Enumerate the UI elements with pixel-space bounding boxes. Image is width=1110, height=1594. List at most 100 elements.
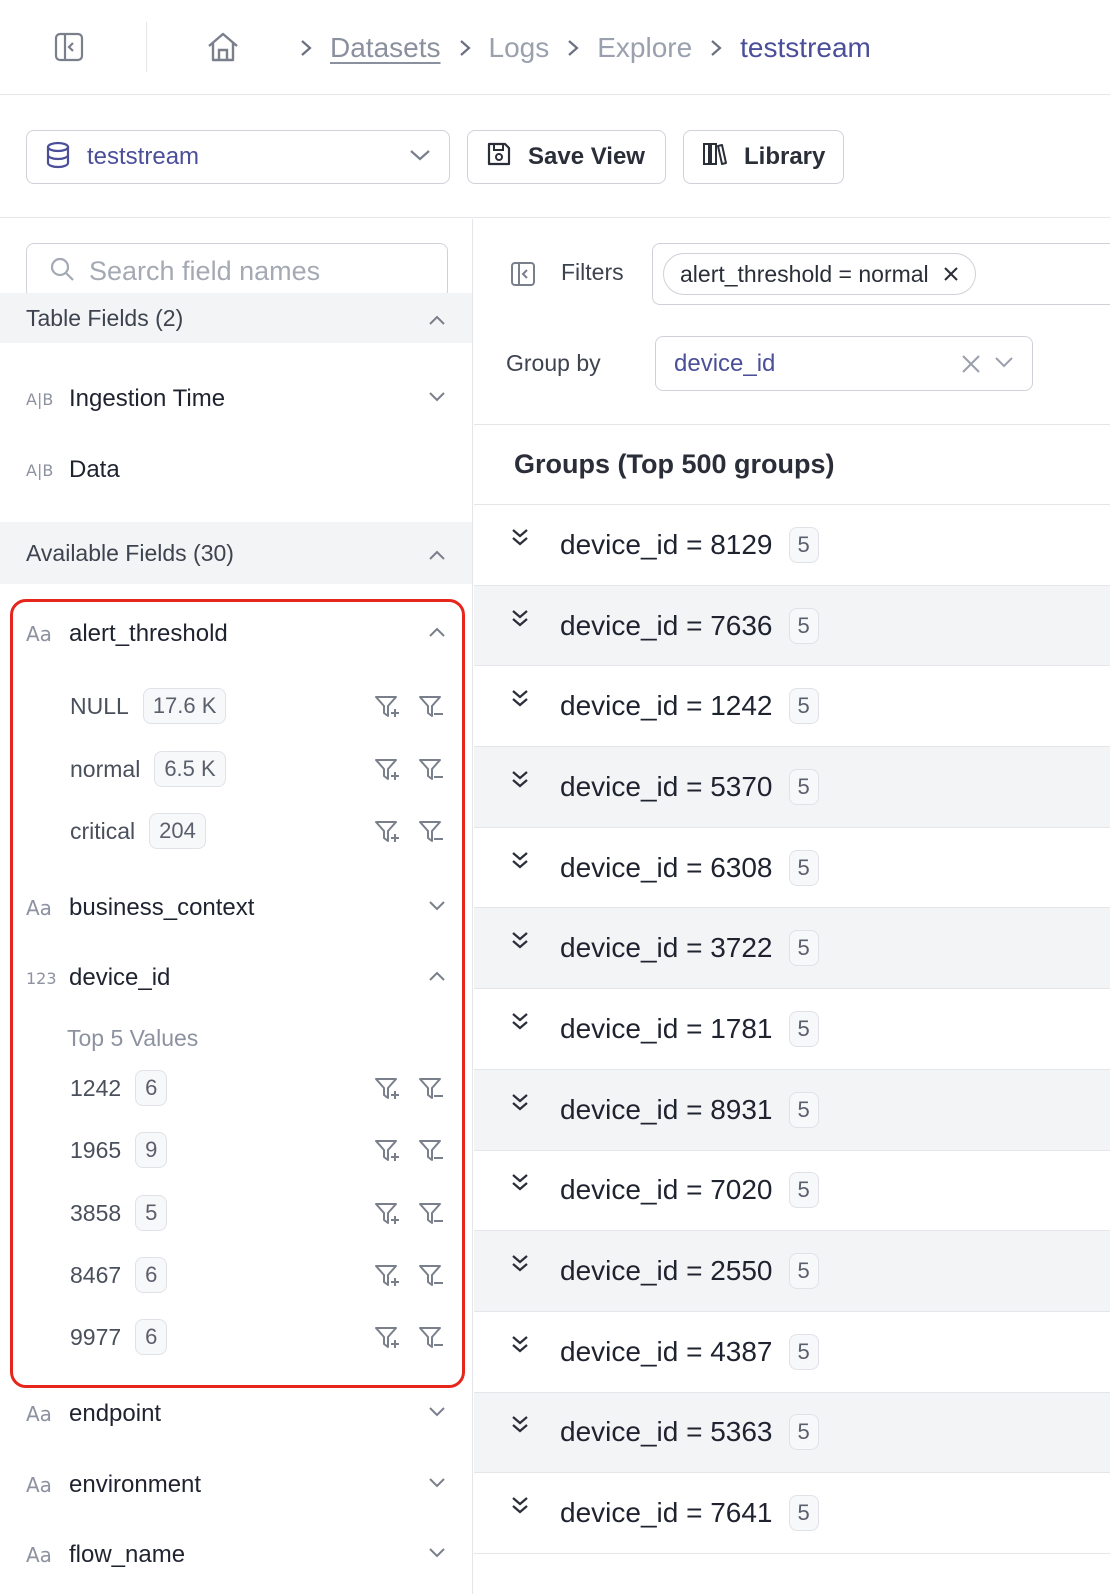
filter-include-icon[interactable]	[372, 1135, 402, 1165]
group-row[interactable]: device_id = 6308 5	[474, 828, 1110, 909]
stream-name: teststream	[87, 143, 200, 170]
group-row[interactable]: device_id = 7641 5	[474, 1473, 1110, 1554]
filter-include-icon[interactable]	[372, 1198, 402, 1228]
group-row[interactable]: device_id = 8129 5	[474, 505, 1110, 586]
filter-include-icon[interactable]	[372, 1073, 402, 1103]
group-row[interactable]: device_id = 3722 5	[474, 908, 1110, 990]
filter-exclude-icon[interactable]	[416, 691, 446, 721]
filter-include-icon[interactable]	[372, 816, 402, 846]
filter-include-icon[interactable]	[372, 1260, 402, 1290]
available-fields-header[interactable]: Available Fields (30)	[0, 522, 472, 584]
field-flow-name[interactable]: Aa flow_name	[0, 1530, 472, 1580]
group-count-badge: 5	[788, 526, 819, 563]
field-value-row: 9977 6	[0, 1315, 472, 1359]
string-type-icon: Aa	[26, 1543, 52, 1567]
filter-include-icon[interactable]	[372, 754, 402, 784]
save-icon	[486, 141, 512, 174]
double-chevron-down-icon[interactable]	[510, 930, 560, 952]
group-row[interactable]: device_id = 5363 5	[474, 1392, 1110, 1474]
library-button[interactable]: Library	[683, 130, 844, 184]
clear-icon[interactable]	[960, 353, 982, 375]
filter-exclude-icon[interactable]	[416, 1135, 446, 1165]
search-input[interactable]	[89, 255, 409, 287]
panel-toggle-icon[interactable]	[508, 259, 538, 289]
filter-chip[interactable]: alert_threshold = normal	[663, 253, 976, 295]
value-count-badge: 6	[135, 1319, 168, 1355]
search-icon	[49, 256, 75, 287]
double-chevron-down-icon[interactable]	[510, 527, 560, 549]
group-count-badge: 5	[788, 1010, 819, 1047]
breadcrumb-explore[interactable]: Explore	[597, 32, 692, 64]
filter-exclude-icon[interactable]	[416, 1073, 446, 1103]
field-value-row: NULL 17.6 K	[0, 684, 472, 728]
filter-include-icon[interactable]	[372, 1322, 402, 1352]
double-chevron-down-icon[interactable]	[510, 1172, 560, 1194]
group-label: device_id = 8129	[560, 528, 773, 560]
group-row[interactable]: device_id = 1242 5	[474, 666, 1110, 748]
stream-select[interactable]: teststream	[26, 130, 450, 184]
field-ingestion-time[interactable]: A|B Ingestion Time	[0, 374, 472, 424]
value-label: 3858	[70, 1199, 122, 1226]
filter-exclude-icon[interactable]	[416, 1260, 446, 1290]
chevron-up-icon	[428, 625, 446, 643]
value-count-badge: 5	[135, 1195, 168, 1231]
text-type-icon: A|B	[26, 389, 54, 409]
double-chevron-down-icon[interactable]	[510, 688, 560, 710]
double-chevron-down-icon[interactable]	[510, 1334, 560, 1356]
breadcrumb-logs[interactable]: Logs	[489, 32, 550, 64]
field-data[interactable]: A|B Data	[0, 445, 472, 495]
group-count-badge: 5	[788, 1253, 819, 1290]
string-type-icon: Aa	[26, 622, 52, 646]
group-row[interactable]: device_id = 4387 5	[474, 1312, 1110, 1393]
string-type-icon: Aa	[26, 1402, 52, 1426]
group-row[interactable]: device_id = 2550 5	[474, 1231, 1110, 1312]
double-chevron-down-icon[interactable]	[510, 850, 560, 872]
breadcrumb-datasets[interactable]: Datasets	[330, 32, 441, 64]
group-row[interactable]: device_id = 7636 5	[474, 585, 1110, 667]
filter-exclude-icon[interactable]	[416, 1198, 446, 1228]
group-count-badge: 5	[788, 768, 819, 805]
field-business-context[interactable]: Aa business_context	[0, 883, 472, 933]
filters-input[interactable]: alert_threshold = normal	[652, 243, 1110, 305]
group-label: device_id = 7641	[560, 1497, 773, 1529]
top-values-label: Top 5 Values	[67, 1025, 199, 1051]
groupby-label: Group by	[506, 350, 601, 376]
double-chevron-down-icon[interactable]	[510, 1495, 560, 1517]
groupby-select[interactable]: device_id	[655, 336, 1033, 391]
close-icon[interactable]	[943, 266, 959, 282]
filter-exclude-icon[interactable]	[416, 816, 446, 846]
groupby-value: device_id	[674, 349, 776, 377]
double-chevron-down-icon[interactable]	[510, 1414, 560, 1436]
field-environment[interactable]: Aa environment	[0, 1460, 472, 1510]
double-chevron-down-icon[interactable]	[510, 769, 560, 791]
double-chevron-down-icon[interactable]	[510, 1011, 560, 1033]
double-chevron-down-icon[interactable]	[510, 1092, 560, 1114]
save-view-button[interactable]: Save View	[467, 130, 666, 184]
filter-exclude-icon[interactable]	[416, 754, 446, 784]
database-icon	[45, 141, 71, 174]
field-endpoint[interactable]: Aa endpoint	[0, 1389, 472, 1439]
field-alert-threshold[interactable]: Aa alert_threshold	[0, 609, 472, 659]
breadcrumb-current: teststream	[740, 31, 871, 63]
field-value-row: 1242 6	[0, 1066, 472, 1110]
filter-exclude-icon[interactable]	[416, 1322, 446, 1352]
double-chevron-down-icon[interactable]	[510, 608, 560, 630]
table-fields-header[interactable]: Table Fields (2)	[0, 293, 472, 343]
value-label: NULL	[70, 692, 129, 719]
chevron-down-icon	[428, 1476, 446, 1494]
group-row[interactable]: device_id = 7020 5	[474, 1151, 1110, 1232]
field-device-id[interactable]: 123 device_id	[0, 953, 472, 1003]
group-count-badge: 5	[788, 1172, 819, 1209]
group-row[interactable]: device_id = 8931 5	[474, 1069, 1110, 1151]
group-label: device_id = 8931	[560, 1093, 773, 1125]
sidebar-toggle-icon[interactable]	[52, 30, 86, 64]
double-chevron-down-icon[interactable]	[510, 1253, 560, 1275]
group-row[interactable]: device_id = 5370 5	[474, 747, 1110, 828]
chevron-up-icon	[428, 305, 446, 332]
group-label: device_id = 3722	[560, 932, 773, 964]
home-icon[interactable]	[203, 27, 243, 67]
string-type-icon: Aa	[26, 896, 52, 920]
filter-include-icon[interactable]	[372, 691, 402, 721]
groups-title: Groups (Top 500 groups)	[514, 449, 835, 479]
group-row[interactable]: device_id = 1781 5	[474, 989, 1110, 1070]
